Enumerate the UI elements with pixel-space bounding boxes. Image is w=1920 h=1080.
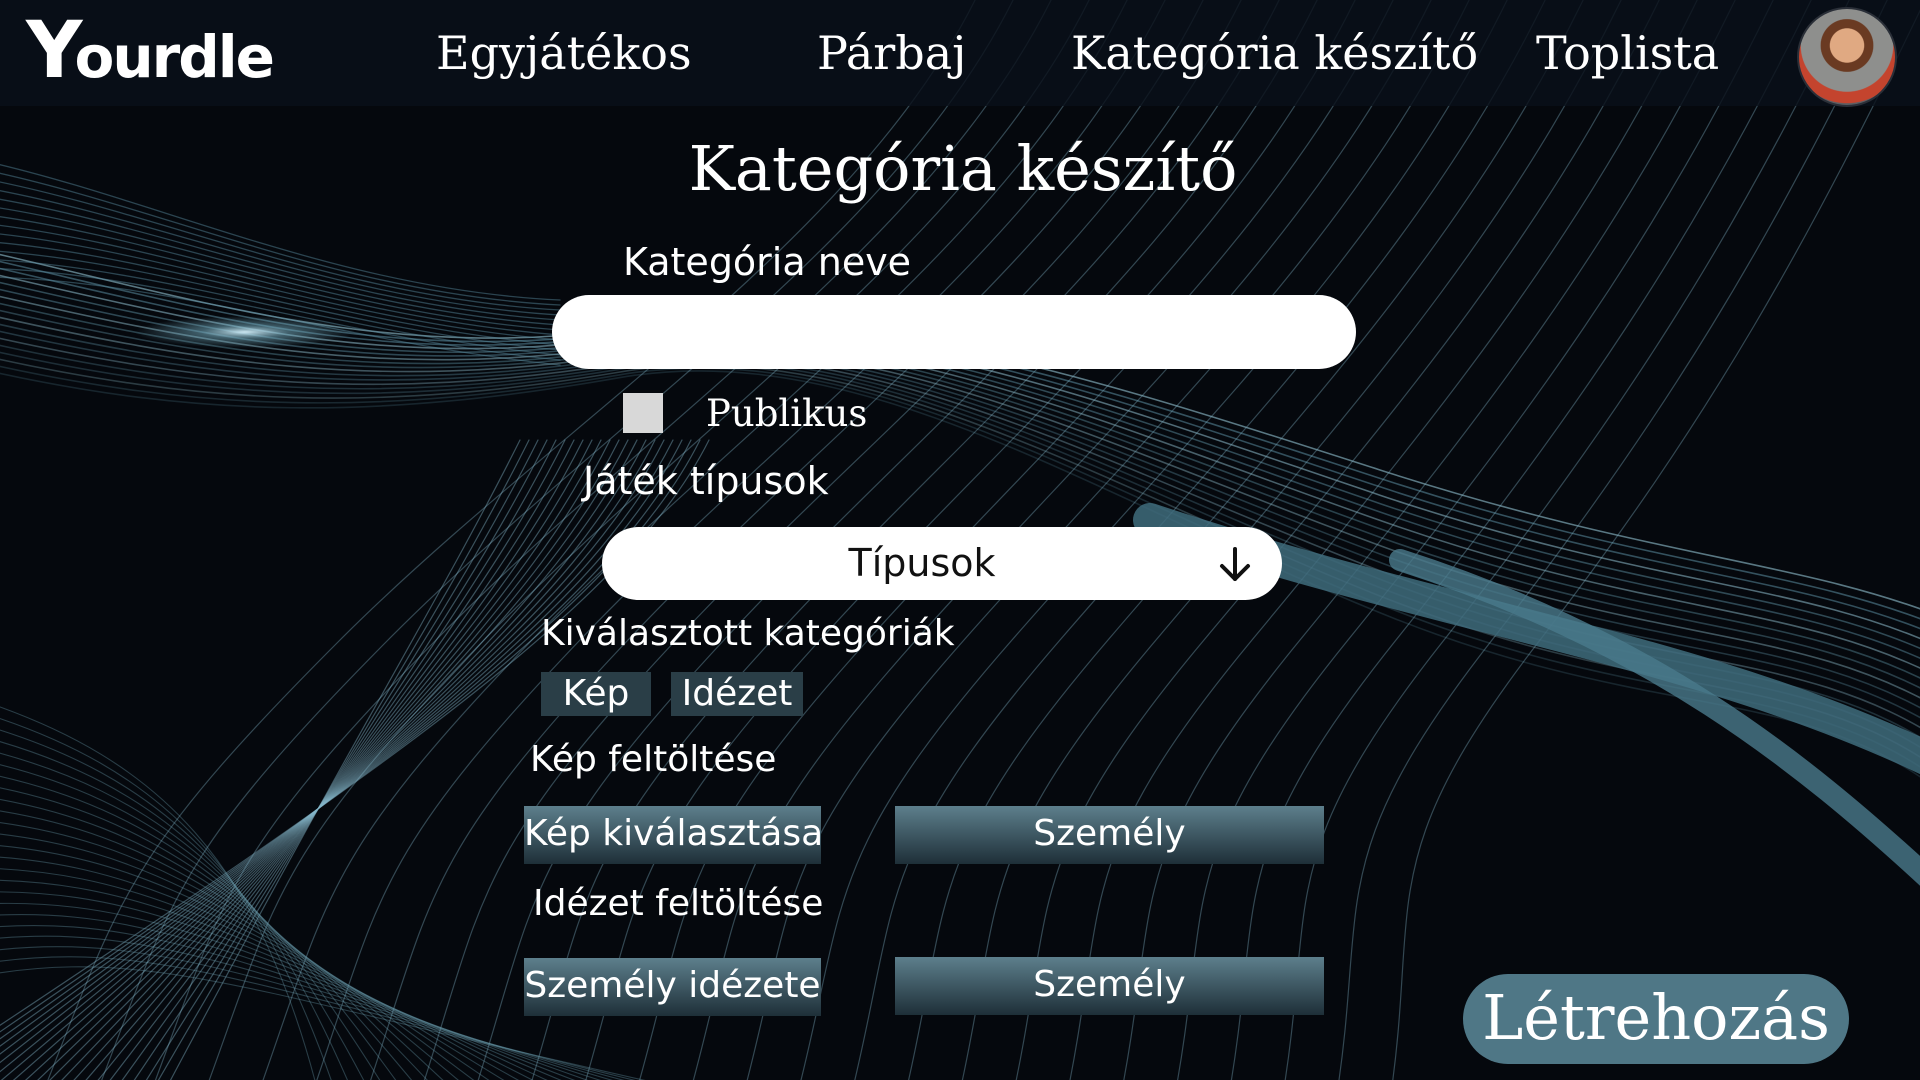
selected-categories-label: Kiválasztott kategóriák [541, 613, 955, 654]
game-types-dropdown[interactable]: Típusok [602, 527, 1282, 600]
public-checkbox[interactable] [623, 393, 663, 433]
quote-upload-label: Idézet feltöltése [533, 883, 824, 924]
public-checkbox-label: Publikus [706, 392, 868, 435]
image-person-button[interactable]: Személy [895, 806, 1324, 864]
category-name-input[interactable] [552, 295, 1356, 369]
arrow-down-icon [1220, 547, 1250, 581]
person-quote-button[interactable]: Személy idézete [524, 958, 821, 1016]
category-name-label: Kategória neve [623, 240, 912, 284]
game-types-label: Játék típusok [583, 459, 829, 503]
quote-person-button[interactable]: Személy [895, 957, 1324, 1015]
create-button[interactable]: Létrehozás [1463, 974, 1849, 1064]
selected-category-image-chip[interactable]: Kép [541, 672, 651, 716]
selected-category-quote-chip[interactable]: Idézet [671, 672, 803, 716]
page-title: Kategória készítő [688, 132, 1238, 205]
category-creator-form: Kategória készítő Kategória neve Publiku… [0, 0, 1920, 1080]
image-upload-label: Kép feltöltése [530, 739, 777, 780]
choose-image-button[interactable]: Kép kiválasztása [524, 806, 821, 864]
game-types-selected-value: Típusok [848, 541, 996, 585]
